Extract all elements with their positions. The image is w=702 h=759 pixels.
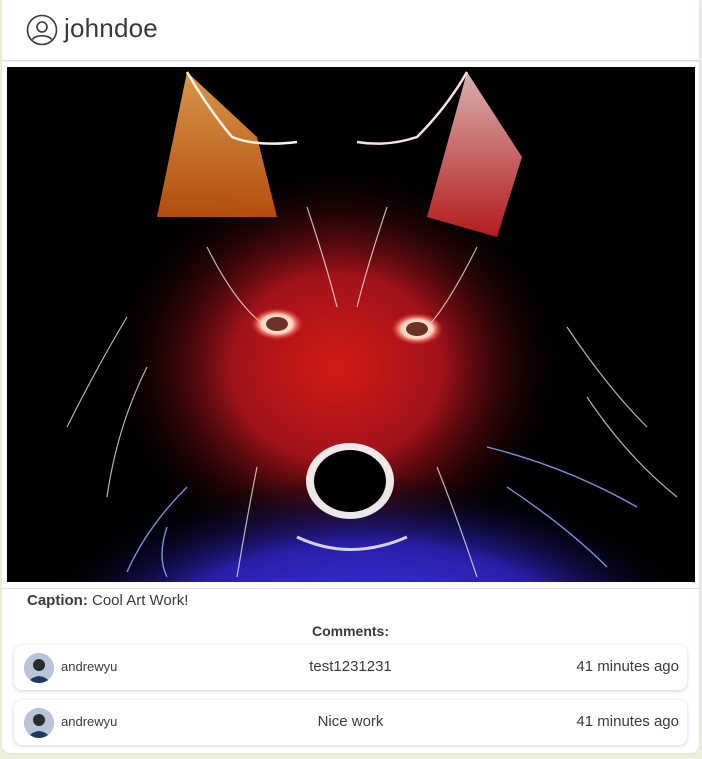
comments-title: Comments: xyxy=(311,623,389,639)
comment-time: 41 minutes ago xyxy=(576,713,679,730)
comment-item: andrewyu Nice work 41 minutes ago xyxy=(14,700,687,745)
comment-item: andrewyu test1231231 41 minutes ago xyxy=(14,645,687,690)
caption-label: Caption: xyxy=(27,592,88,609)
divider xyxy=(2,588,699,589)
post-card: johndoe Caption: Cool Art Work! Comments… xyxy=(2,0,699,753)
caption-text: Cool Art Work! xyxy=(92,592,189,609)
post-image xyxy=(7,67,695,582)
post-caption: Caption: Cool Art Work! xyxy=(27,592,188,610)
user-circle-icon[interactable] xyxy=(26,14,58,46)
post-header: johndoe xyxy=(2,0,699,61)
comment-time: 41 minutes ago xyxy=(576,658,679,675)
post-username[interactable]: johndoe xyxy=(64,10,158,46)
